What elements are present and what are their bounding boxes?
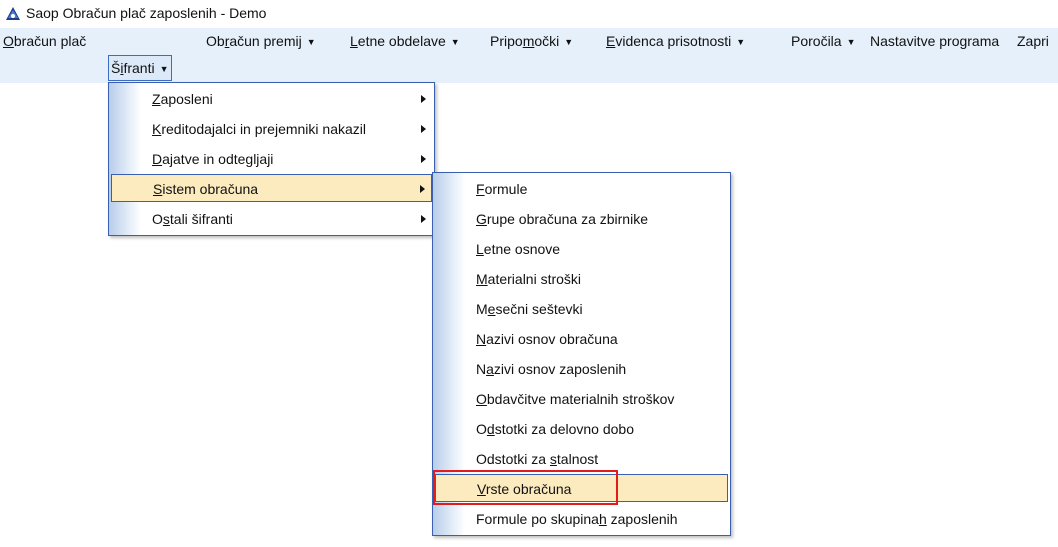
- submenu-arrow-icon: [421, 95, 426, 103]
- menu-item-formule[interactable]: Formule: [433, 175, 730, 203]
- chevron-down-icon: ▼: [846, 37, 856, 47]
- menu-obracun-premij[interactable]: Obračun premij ▼: [204, 28, 318, 54]
- menu-pripomocki[interactable]: Pripomočki ▼: [488, 28, 575, 54]
- chevron-down-icon: ▼: [306, 37, 316, 47]
- submenu-arrow-icon: [420, 185, 425, 193]
- submenu-arrow-icon: [421, 125, 426, 133]
- menu-item-dajatve[interactable]: Dajatve in odtegljaji: [109, 145, 434, 173]
- menu-item-obdavcitve[interactable]: Obdavčitve materialnih stroškov: [433, 385, 730, 413]
- chevron-down-icon: ▼: [736, 37, 746, 47]
- app-logo-icon: [6, 7, 20, 20]
- submenu-arrow-icon: [421, 215, 426, 223]
- menu-zapri[interactable]: Zapri: [1015, 28, 1051, 54]
- window-title: Saop Obračun plač zaposlenih - Demo: [26, 5, 267, 21]
- menu-item-sistem-obracuna[interactable]: Sistem obračuna: [111, 174, 432, 202]
- menu-item-ostali-sifranti[interactable]: Ostali šifranti: [109, 205, 434, 233]
- menu-nastavitve-programa[interactable]: Nastavitve programa: [868, 28, 1001, 54]
- chevron-down-icon: ▼: [159, 64, 169, 74]
- menu-item-kreditodajalci[interactable]: Kreditodajalci in prejemniki nakazil: [109, 115, 434, 143]
- menu-item-vrste-obracuna[interactable]: Vrste obračuna: [435, 474, 728, 502]
- menu-item-grupe-obracuna[interactable]: Grupe obračuna za zbirnike: [433, 205, 730, 233]
- menu-porocila[interactable]: Poročila ▼: [789, 28, 858, 54]
- menu-obracun-plac[interactable]: Obračun plač: [1, 28, 88, 54]
- menu-item-nazivi-osnov-zaposlenih[interactable]: Nazivi osnov zaposlenih: [433, 355, 730, 383]
- menu-item-materialni-stroski[interactable]: Materialni stroški: [433, 265, 730, 293]
- submenu-arrow-icon: [421, 155, 426, 163]
- menu-item-letne-osnove[interactable]: Letne osnove: [433, 235, 730, 263]
- menu-item-odstotki-delovna-doba[interactable]: Odstotki za delovno dobo: [433, 415, 730, 443]
- menu-sifranti[interactable]: Šifranti ▼: [108, 55, 172, 81]
- menu-letne-obdelave[interactable]: Letne obdelave ▼: [348, 28, 462, 54]
- chevron-down-icon: ▼: [564, 37, 574, 47]
- sistem-obracuna-submenu: Formule Grupe obračuna za zbirnike Letne…: [432, 172, 731, 536]
- chevron-down-icon: ▼: [450, 37, 460, 47]
- menu-evidenca-prisotnosti[interactable]: Evidenca prisotnosti ▼: [604, 28, 747, 54]
- menu-item-formule-po-skupinah[interactable]: Formule po skupinah zaposlenih: [433, 505, 730, 533]
- menu-item-mesecni-sestevki[interactable]: Mesečni seštevki: [433, 295, 730, 323]
- menu-item-nazivi-osnov-obracuna[interactable]: Nazivi osnov obračuna: [433, 325, 730, 353]
- menu-item-odstotki-stalnost[interactable]: Odstotki za stalnost: [433, 445, 730, 473]
- menu-item-zaposleni[interactable]: Zaposleni: [109, 85, 434, 113]
- title-bar: Saop Obračun plač zaposlenih - Demo: [0, 0, 1058, 28]
- sifranti-dropdown: Zaposleni Kreditodajalci in prejemniki n…: [108, 82, 435, 236]
